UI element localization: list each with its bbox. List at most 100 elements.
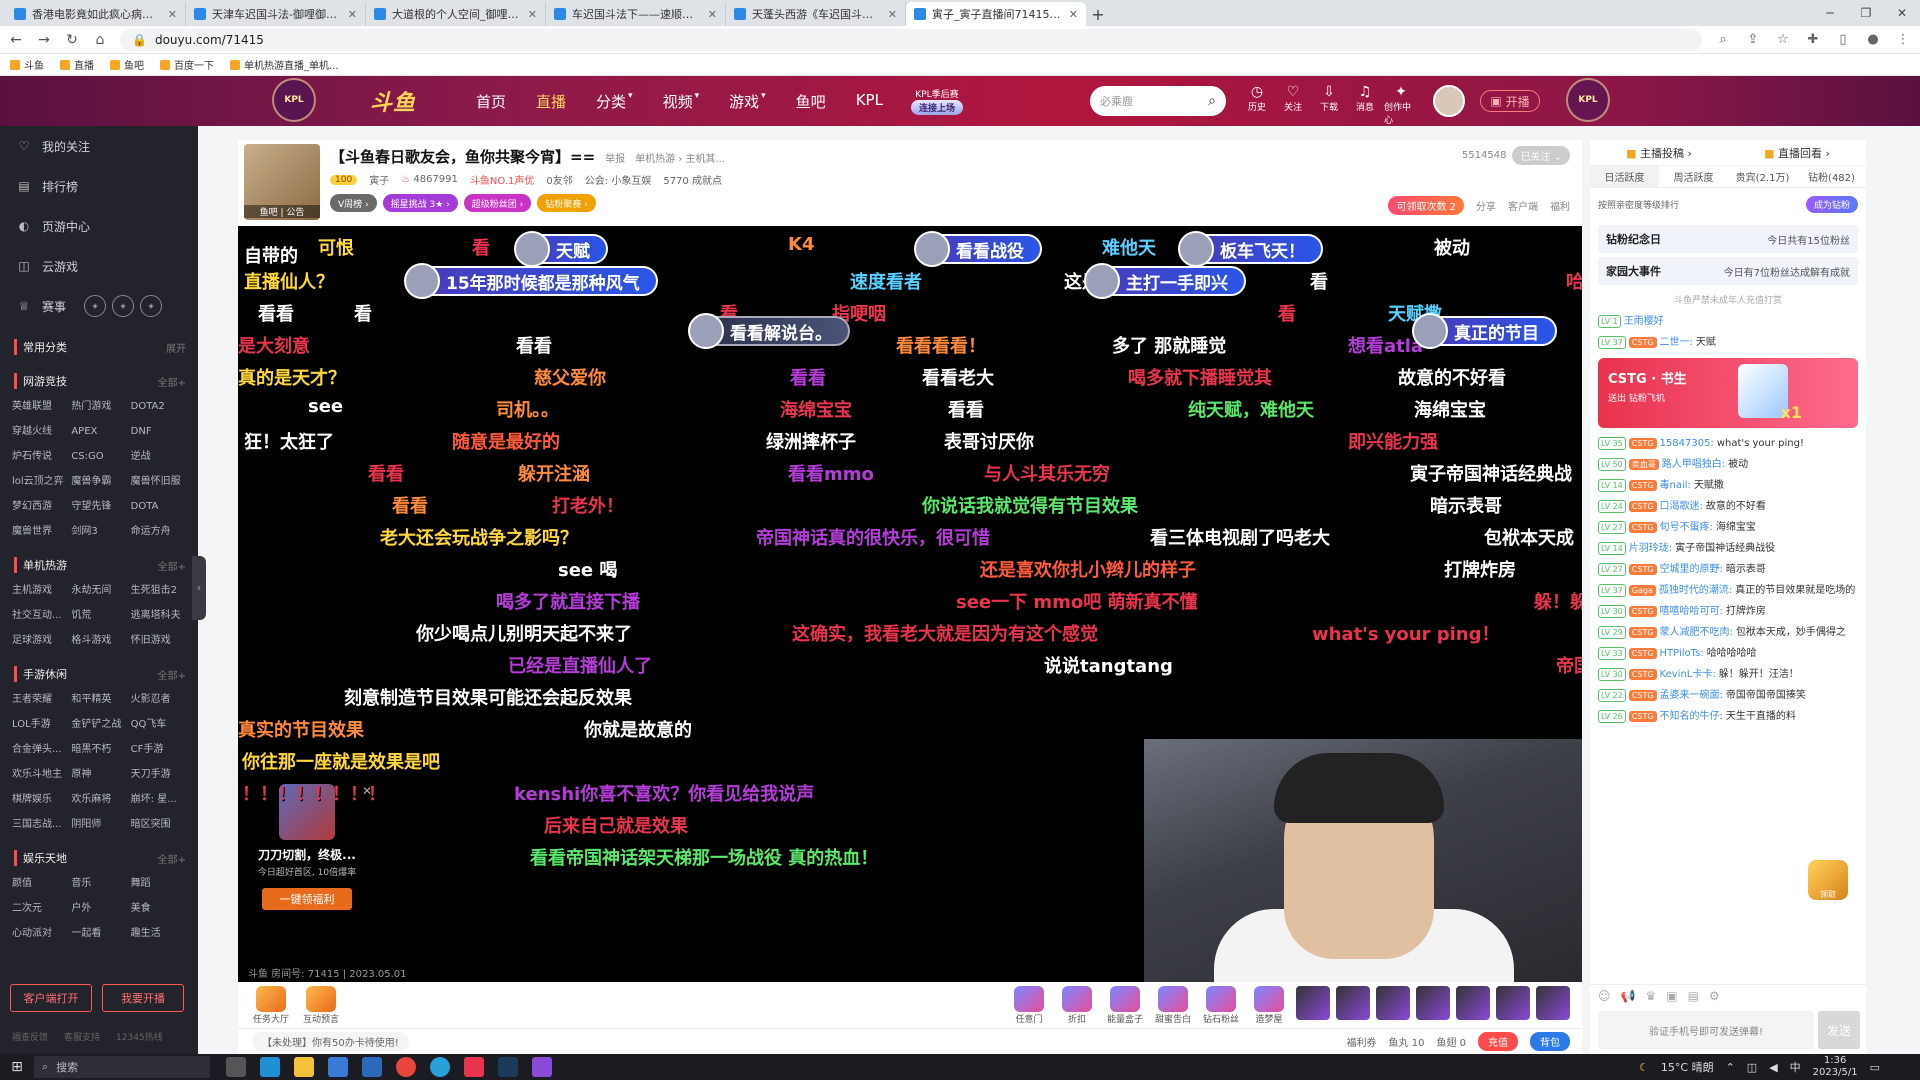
video-player[interactable]: ✕ 刀刀切割，终极... 今日超好首区, 10倍爆率 一键领福利 斗鱼 房间号:… — [238, 226, 1582, 982]
client-button[interactable]: 客户端 — [1508, 198, 1538, 213]
category-link[interactable]: DOTA2 — [131, 394, 190, 419]
close-icon[interactable]: ✕ — [1884, 0, 1920, 26]
category-link[interactable]: 火影忍者 — [131, 687, 190, 712]
rank-tab[interactable]: 贵宾(2.1万) — [1728, 166, 1797, 187]
forward-icon[interactable]: → — [36, 32, 52, 48]
fan-badge[interactable]: 卖血哥 — [1628, 459, 1659, 470]
settings-icon[interactable]: ⚙ — [1709, 989, 1720, 1003]
app-icon[interactable] — [430, 1057, 450, 1077]
category-link[interactable]: 主机游戏 — [12, 578, 71, 603]
category-link[interactable]: DOTA — [131, 494, 190, 519]
chat-username[interactable]: HTPiloTs: — [1660, 648, 1704, 659]
chat-username[interactable]: 王雨樱好 — [1624, 316, 1664, 327]
restore-icon[interactable]: ❐ — [1848, 0, 1884, 26]
avatar-caption[interactable]: 鱼吧 | 公告 — [244, 205, 320, 218]
sidebar-item-3[interactable]: ◫ 云游戏 — [0, 246, 198, 286]
claim-welfare-button[interactable]: 一键领福利 — [262, 888, 352, 910]
search-input[interactable]: 必乘鹿 — [1100, 93, 1133, 109]
category-link[interactable]: CF手游 — [131, 737, 190, 762]
chat-username[interactable]: 路人甲唱独白: — [1662, 459, 1725, 470]
category-link[interactable]: 三国志战... — [12, 812, 71, 837]
fan-badge[interactable]: CSTG — [1628, 564, 1657, 575]
tab-close-icon[interactable]: ✕ — [888, 8, 897, 21]
category-link[interactable]: LOL手游 — [12, 712, 71, 737]
category-link[interactable]: 热门游戏 — [71, 394, 130, 419]
volume-icon[interactable]: ◀ — [1769, 1061, 1777, 1074]
store-icon[interactable] — [328, 1057, 348, 1077]
notification-icon[interactable]: ▭ — [1870, 1061, 1880, 1074]
chat-username[interactable]: 口渴歌迷: — [1660, 501, 1703, 512]
rank-tab[interactable]: 周活跃度 — [1659, 166, 1728, 187]
gift-item[interactable]: 互动预言 — [300, 985, 342, 1025]
gift-item[interactable]: 任务大厅 — [250, 985, 292, 1025]
expand-link[interactable]: 展开 — [166, 340, 186, 355]
friends-count[interactable]: 0友邻 — [546, 172, 572, 187]
tray-chevron-icon[interactable]: ⌃ — [1726, 1061, 1735, 1074]
category-link[interactable]: 舞蹈 — [131, 871, 190, 896]
room-tag[interactable]: 钻粉聚赛 › — [537, 194, 596, 212]
gift-thumbnail-icon[interactable] — [1456, 985, 1490, 1020]
category-link[interactable]: 美食 — [131, 896, 190, 921]
category-link[interactable]: 暗区突围 — [131, 812, 190, 837]
category-link[interactable]: 王者荣耀 — [12, 687, 71, 712]
rank-badge[interactable]: 斗鱼NO.1声优 — [470, 172, 535, 187]
category-link[interactable]: 足球游戏 — [12, 628, 71, 653]
chat-username[interactable]: 旬号不蛋疼: — [1660, 522, 1713, 533]
nav-1[interactable]: 直播 — [536, 91, 566, 112]
gift-thumbnail-icon[interactable] — [1536, 985, 1570, 1020]
bag-button[interactable]: 背包 — [1530, 1032, 1570, 1051]
category-link[interactable]: 心动派对 — [12, 921, 71, 946]
home-icon[interactable]: ⌂ — [92, 32, 108, 48]
fan-badge[interactable]: CSTG — [1628, 669, 1657, 680]
view-all-link[interactable]: 全部+ — [158, 667, 186, 682]
view-all-link[interactable]: 全部+ — [158, 374, 186, 389]
extensions-icon[interactable]: ✚ — [1804, 32, 1822, 47]
chat-username[interactable]: 嘻嘻哈哈可可: — [1660, 606, 1723, 617]
category-link[interactable]: 梦幻西游 — [12, 494, 71, 519]
gift-icon[interactable]: ▣ — [1666, 989, 1677, 1003]
rank-tab[interactable]: 钻粉(482) — [1797, 166, 1866, 187]
category-link[interactable]: 音乐 — [71, 871, 130, 896]
category-link[interactable]: 和平精英 — [71, 687, 130, 712]
room-tag[interactable]: V周榜 › — [330, 194, 377, 212]
category-link[interactable]: 暗黑不朽 — [71, 737, 130, 762]
gift-item[interactable]: 任意门 — [1008, 985, 1050, 1025]
nav-3[interactable]: 视频 — [663, 91, 693, 112]
fan-badge[interactable]: CSTG — [1628, 648, 1657, 659]
gift-thumbnail-icon[interactable] — [1496, 985, 1530, 1020]
task-view-icon[interactable] — [226, 1057, 246, 1077]
bookmark-item[interactable]: 单机热游直播_单机... — [230, 57, 339, 72]
nav-5[interactable]: 鱼吧 — [796, 91, 826, 112]
sidepanel-icon[interactable]: ▯ — [1834, 32, 1852, 47]
category-link[interactable]: DNF — [131, 419, 190, 444]
category-link[interactable]: 户外 — [71, 896, 130, 921]
category-link[interactable]: 阴阳师 — [71, 812, 130, 837]
bookmark-item[interactable]: 百度一下 — [160, 57, 214, 72]
category-link[interactable]: 穿越火线 — [12, 419, 71, 444]
category-link[interactable]: 魔兽怀旧服 — [131, 469, 190, 494]
gift-thumbnail-icon[interactable] — [1416, 985, 1450, 1020]
category-link[interactable]: APEX — [71, 419, 130, 444]
start-broadcast-button[interactable]: ▣ 开播 — [1480, 90, 1540, 112]
app2-icon[interactable] — [532, 1057, 552, 1077]
category-link[interactable]: lol云顶之弈 — [12, 469, 71, 494]
category-link[interactable]: 颜值 — [12, 871, 71, 896]
chat-username[interactable]: 空城里的原野: — [1660, 564, 1723, 575]
tab-close-icon[interactable]: ✕ — [528, 8, 537, 21]
replay-link[interactable]: ■ 直播回看 › — [1764, 145, 1830, 161]
category-link[interactable]: 生死狙击2 — [131, 578, 190, 603]
fan-badge[interactable]: CSTG — [1628, 480, 1657, 491]
mail-icon[interactable] — [362, 1057, 382, 1077]
chat-username[interactable]: 15847305: — [1660, 438, 1714, 449]
edge-icon[interactable] — [260, 1057, 280, 1077]
room-tag[interactable]: 超级粉丝团 › — [463, 194, 532, 212]
chat-username[interactable]: 毒nail: — [1660, 480, 1691, 491]
category-link[interactable]: 怀旧游戏 — [131, 628, 190, 653]
emoji-icon[interactable]: ☺ — [1598, 989, 1611, 1003]
header-icon-1[interactable]: ♡ 关注 — [1276, 84, 1310, 113]
gift-thumbnail-icon[interactable] — [1336, 985, 1370, 1020]
category-link[interactable]: 英雄联盟 — [12, 394, 71, 419]
rank-tab[interactable]: 日活跃度 — [1590, 166, 1659, 187]
fan-badge[interactable]: CSTG — [1628, 690, 1657, 701]
category-link[interactable]: 炉石传说 — [12, 444, 71, 469]
